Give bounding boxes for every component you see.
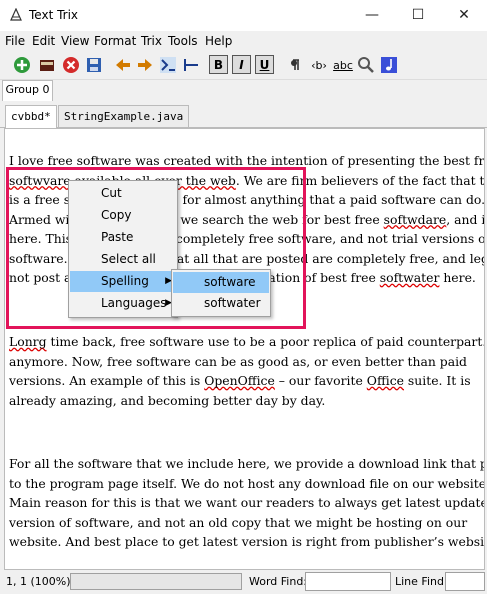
text-line: Lonrg time back, free software use to be…	[9, 334, 485, 349]
tab-cvbbd[interactable]: cvbbd*	[5, 105, 57, 128]
menu-item-copy[interactable]: Copy	[70, 205, 176, 226]
app-icon	[10, 8, 22, 21]
menu-format[interactable]: Format	[94, 34, 136, 48]
text-line: For all the software that we include her…	[9, 456, 485, 471]
text-line: Main reason for this is that we want our…	[9, 495, 485, 510]
menu-view[interactable]: View	[61, 34, 89, 48]
menu-trix[interactable]: Trix	[141, 34, 162, 48]
line-find-input[interactable]	[445, 572, 485, 591]
progress-bar	[70, 573, 242, 590]
paragraph-2: Lonrg time back, free software use to be…	[9, 332, 485, 410]
tab-string-example[interactable]: StringExample.java	[58, 105, 190, 127]
menu-tools[interactable]: Tools	[168, 34, 198, 48]
previous-tab-icon[interactable]	[113, 55, 133, 75]
indent-icon[interactable]	[158, 55, 178, 75]
menu-item-cut[interactable]: Cut	[70, 183, 176, 204]
text-line: website. And best place to get latest ve…	[9, 534, 485, 549]
next-tab-icon[interactable]	[135, 55, 155, 75]
find-icon[interactable]	[356, 55, 376, 75]
group-tab-strip: Group 0	[0, 80, 487, 102]
toolbar: B I U ‹b› abc	[0, 51, 487, 80]
text-line: anymore. Now, free software can be as go…	[9, 353, 467, 369]
window-title: Text Trix	[29, 8, 79, 22]
paragraph-icon[interactable]	[286, 55, 306, 75]
tab-group-0[interactable]: Group 0	[2, 80, 53, 101]
file-tab-strip: cvbbd* StringExample.java	[0, 102, 487, 128]
suggestion-softwater[interactable]: softwater	[173, 293, 269, 314]
close-file-icon[interactable]	[61, 55, 81, 75]
text-line: already amazing, and becoming better day…	[9, 392, 326, 408]
music-note-icon[interactable]	[379, 55, 399, 75]
underline-button[interactable]: U	[255, 55, 274, 74]
misspelled-word[interactable]: Lonrg	[9, 334, 47, 349]
menu-item-languages[interactable]: Languages ▶	[70, 293, 176, 314]
line-start-icon[interactable]	[181, 55, 201, 75]
line-find-label: Line Find:	[395, 575, 448, 588]
italic-button[interactable]: I	[232, 55, 251, 74]
text-line: versions. An example of this is OpenOffi…	[9, 373, 471, 388]
misspelled-word[interactable]: softwdare	[384, 212, 447, 227]
html-tags-button[interactable]: ‹b›	[307, 55, 331, 75]
text-line: version of software, and not an old copy…	[9, 514, 468, 530]
menu-help[interactable]: Help	[205, 34, 232, 48]
minimize-button[interactable]: —	[349, 0, 395, 31]
menu-file[interactable]: File	[5, 34, 25, 48]
word-find-label: Word Find:	[249, 575, 308, 588]
menu-edit[interactable]: Edit	[32, 34, 55, 48]
spelling-submenu: software softwater	[171, 269, 271, 317]
save-icon[interactable]	[84, 55, 104, 75]
cursor-position: 1, 1 (100%)	[6, 575, 71, 588]
title-bar: Text Trix — ☐ ✕	[0, 0, 487, 31]
bold-button[interactable]: B	[209, 55, 228, 74]
paragraph-3: For all the software that we include her…	[9, 454, 485, 552]
menu-item-spelling[interactable]: Spelling ▶	[70, 271, 176, 292]
new-file-icon[interactable]	[12, 55, 32, 75]
suggestion-software[interactable]: software	[173, 272, 269, 293]
open-file-icon[interactable]	[37, 55, 57, 75]
menu-item-select-all[interactable]: Select all	[70, 249, 176, 270]
close-button[interactable]: ✕	[441, 0, 487, 31]
misspelled-word[interactable]: OpenOffice	[204, 373, 275, 388]
menu-item-paste[interactable]: Paste	[70, 227, 176, 248]
misspelled-word[interactable]: Office	[367, 373, 404, 388]
misspelled-word[interactable]: softwater	[380, 270, 440, 285]
maximize-button[interactable]: ☐	[395, 0, 441, 31]
context-menu: Cut Copy Paste Select all Spelling ▶ Lang…	[68, 180, 178, 318]
spell-check-button[interactable]: abc	[333, 55, 353, 75]
menu-bar: File Edit View Format Trix Tools Help	[0, 31, 487, 51]
word-find-input[interactable]	[305, 572, 391, 591]
text-line: to the program page itself. We do not ho…	[9, 475, 485, 491]
